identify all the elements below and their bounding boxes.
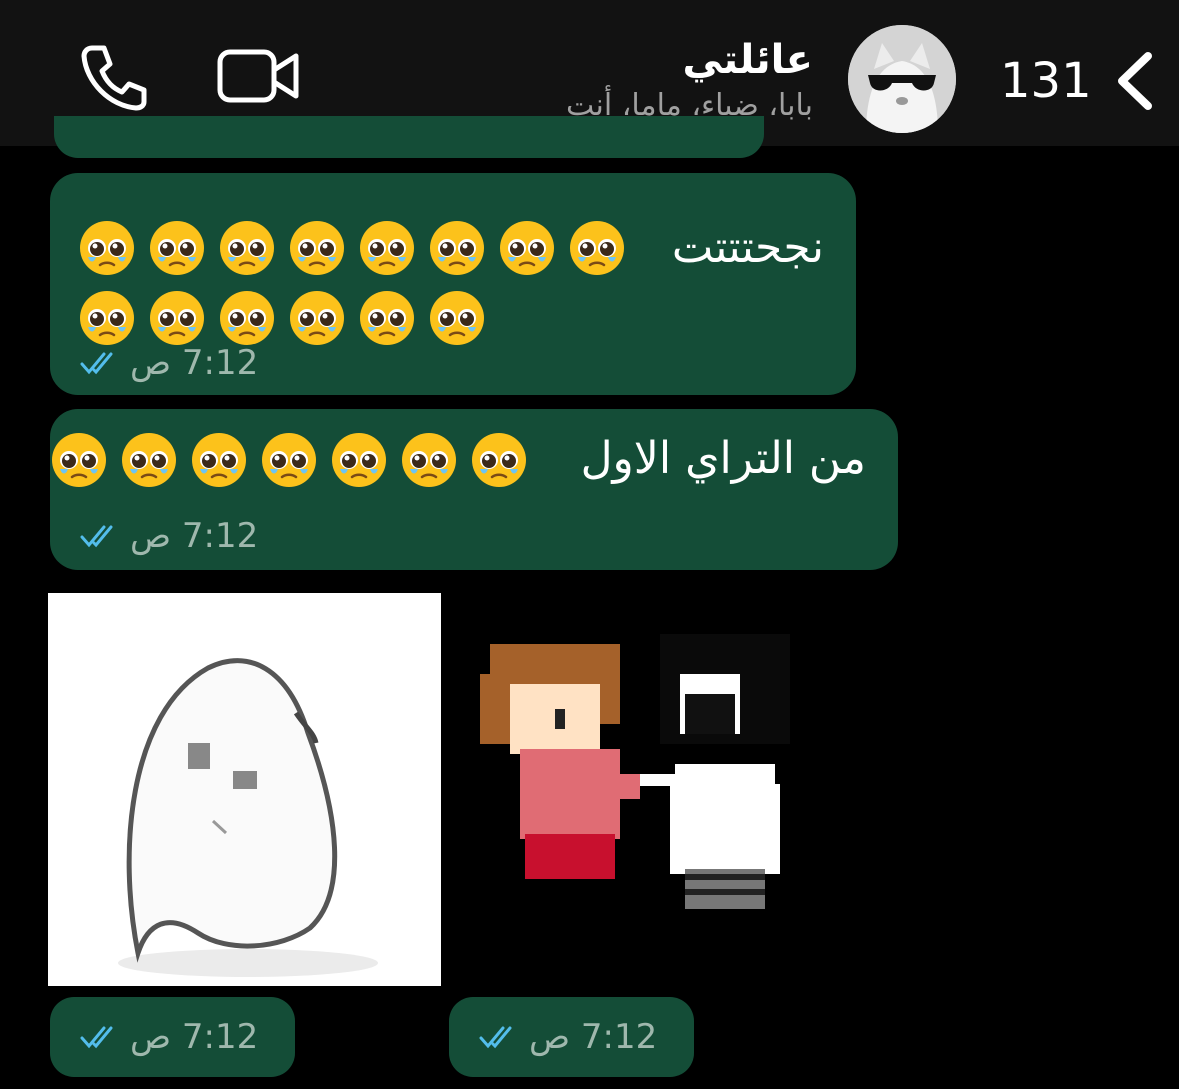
message-time: 7:12 ص — [529, 1017, 658, 1057]
chat-area[interactable]: نجحتتتت 7:12 ص من التراي الاول 7:12 ص 7:… — [0, 116, 1179, 1089]
message-meta: 7:12 ص — [80, 1017, 258, 1057]
pleading-face-emoji — [360, 291, 414, 345]
double-check-read-icon — [80, 352, 113, 375]
emoji-row — [50, 431, 528, 489]
pleading-face-emoji — [122, 433, 176, 487]
pleading-face-emoji — [472, 433, 526, 487]
pleading-face-emoji — [150, 221, 204, 275]
outgoing-message-bubble[interactable]: من التراي الاول 7:12 ص — [50, 409, 898, 570]
pleading-face-emoji — [220, 221, 274, 275]
double-check-read-icon — [479, 1026, 512, 1049]
cat-avatar-icon — [848, 25, 956, 133]
crying-blob-sticker[interactable] — [48, 593, 441, 986]
pleading-face-emoji — [290, 221, 344, 275]
back-unread-count[interactable]: 131 — [1000, 46, 1092, 116]
outgoing-message-bubble[interactable]: نجحتتتت 7:12 ص — [50, 173, 856, 395]
double-check-read-icon — [80, 525, 113, 548]
message-text: من التراي الاول — [580, 433, 866, 484]
message-meta: 7:12 ص — [80, 343, 258, 383]
pleading-face-emoji — [192, 433, 246, 487]
pixel-kids-image — [480, 634, 790, 909]
pleading-face-emoji — [150, 291, 204, 345]
pleading-face-emoji — [500, 221, 554, 275]
sticker-time-pill[interactable]: 7:12 ص — [50, 997, 295, 1077]
message-time: 7:12 ص — [130, 516, 259, 556]
group-avatar[interactable] — [848, 25, 956, 133]
pleading-face-emoji — [80, 291, 134, 345]
blob-sticker-image — [118, 658, 378, 977]
message-time: 7:12 ص — [130, 1017, 259, 1057]
video-camera-icon[interactable] — [216, 46, 302, 106]
chevron-left-icon[interactable] — [1108, 50, 1160, 112]
pleading-face-emoji — [430, 291, 484, 345]
pleading-face-emoji — [52, 433, 106, 487]
pleading-face-emoji — [430, 221, 484, 275]
message-text: نجحتتتت — [671, 222, 824, 273]
pixel-kids-sticker[interactable] — [470, 624, 830, 954]
emoji-row — [78, 219, 626, 277]
sticker-time-pill[interactable]: 7:12 ص — [449, 997, 694, 1077]
pleading-face-emoji — [332, 433, 386, 487]
pleading-face-emoji — [570, 221, 624, 275]
emoji-row — [78, 289, 486, 347]
previous-message-bubble[interactable] — [54, 116, 764, 158]
message-time: 7:12 ص — [130, 343, 259, 383]
pleading-face-emoji — [262, 433, 316, 487]
pleading-face-emoji — [402, 433, 456, 487]
pleading-face-emoji — [360, 221, 414, 275]
pleading-face-emoji — [220, 291, 274, 345]
pleading-face-emoji — [290, 291, 344, 345]
message-meta: 7:12 ص — [479, 1017, 657, 1057]
double-check-read-icon — [80, 1026, 113, 1049]
message-meta: 7:12 ص — [80, 516, 258, 556]
pleading-face-emoji — [80, 221, 134, 275]
phone-icon[interactable] — [78, 40, 150, 112]
group-name[interactable]: عائلتي — [683, 34, 814, 86]
